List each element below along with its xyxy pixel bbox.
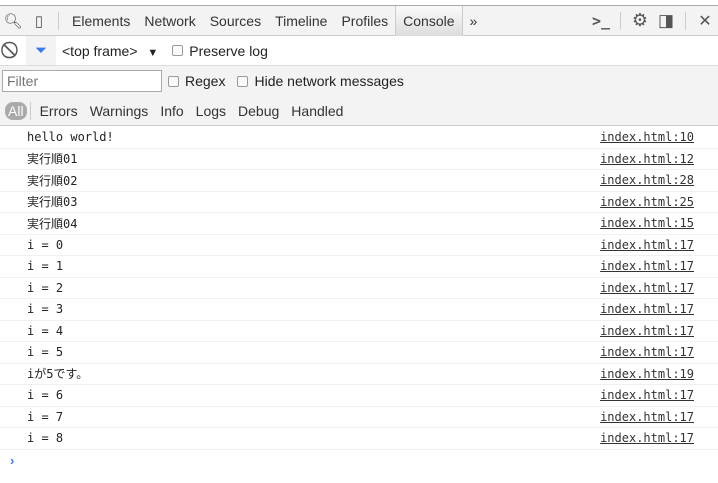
close-icon[interactable]: ✕	[692, 6, 718, 36]
message-text: i = 1	[27, 259, 64, 274]
source-link[interactable]: index.html:17	[600, 324, 694, 338]
divider	[58, 11, 59, 30]
message-text: 実行順03	[27, 195, 78, 210]
console-message: i = 0 index.html:17	[0, 235, 718, 256]
message-text: 実行順02	[27, 173, 78, 188]
source-link[interactable]: index.html:17	[600, 259, 694, 273]
source-link[interactable]: index.html:25	[600, 195, 694, 209]
tab-profiles[interactable]: Profiles	[334, 6, 395, 36]
dock-side-icon[interactable]: ◨	[653, 6, 679, 36]
source-link[interactable]: index.html:17	[600, 388, 694, 402]
frame-select[interactable]: <top frame> ▼	[62, 43, 158, 59]
clear-console-icon[interactable]: ⃠	[0, 36, 26, 66]
console-message: iが5です。 index.html:19	[0, 364, 718, 385]
console-message: 実行順02 index.html:28	[0, 170, 718, 192]
source-link[interactable]: index.html:19	[600, 367, 694, 381]
message-text: i = 2	[27, 280, 64, 295]
more-tabs-button[interactable]: »	[463, 6, 485, 36]
preserve-log-label: Preserve log	[189, 42, 268, 59]
source-link[interactable]: index.html:17	[600, 281, 694, 295]
console-message: i = 4 index.html:17	[0, 321, 718, 342]
message-text: i = 6	[27, 388, 64, 403]
console-message: i = 7 index.html:17	[0, 407, 718, 428]
tab-sources[interactable]: Sources	[203, 6, 268, 36]
message-text: hello world!	[27, 130, 114, 145]
console-message: i = 5 index.html:17	[0, 342, 718, 364]
level-warnings[interactable]: Warnings	[84, 103, 155, 119]
console-message: i = 6 index.html:17	[0, 385, 718, 407]
source-link[interactable]: index.html:17	[600, 302, 694, 316]
level-logs[interactable]: Logs	[190, 103, 232, 119]
hide-network-label: Hide network messages	[254, 73, 404, 89]
regex-label: Regex	[185, 73, 226, 89]
filter-icon[interactable]: ⏷	[26, 36, 56, 65]
filter-input[interactable]	[2, 70, 162, 92]
console-message: 実行順01 index.html:12	[0, 149, 718, 170]
console-message: hello world! index.html:10	[0, 127, 718, 149]
source-link[interactable]: index.html:12	[600, 152, 694, 166]
console-toolbar: ⃠ ⏷ <top frame> ▼ Preserve log	[0, 36, 718, 66]
console-prompt[interactable]: ›	[0, 450, 718, 472]
level-handled[interactable]: Handled	[285, 103, 349, 119]
divider	[620, 11, 621, 30]
divider	[685, 11, 686, 30]
regex-checkbox[interactable]: Regex	[168, 73, 225, 89]
message-text: i = 8	[27, 431, 64, 446]
message-text: i = 4	[27, 323, 64, 338]
console-message: i = 2 index.html:17	[0, 278, 718, 299]
source-link[interactable]: index.html:10	[600, 130, 694, 144]
source-link[interactable]: index.html:17	[600, 431, 694, 445]
console-messages: hello world! index.html:10 実行順01 index.html…	[0, 127, 718, 472]
divider	[29, 102, 31, 120]
level-info[interactable]: Info	[154, 103, 189, 119]
source-link[interactable]: index.html:17	[600, 410, 694, 424]
message-text: iが5です。	[27, 367, 89, 382]
devtools-tab-bar: 🔍︎ ▯ Elements Network Sources Timeline P…	[0, 5, 718, 36]
message-text: i = 7	[27, 409, 64, 424]
device-mode-icon[interactable]: ▯	[26, 6, 52, 36]
source-link[interactable]: index.html:28	[600, 173, 694, 187]
message-text: i = 3	[27, 302, 64, 317]
tab-elements[interactable]: Elements	[65, 6, 137, 36]
filter-bar: Regex Hide network messages All Errors W…	[0, 66, 718, 126]
console-message: 実行順04 index.html:15	[0, 213, 718, 235]
preserve-log-checkbox[interactable]: Preserve log	[172, 43, 268, 59]
message-text: 実行順04	[27, 216, 78, 231]
tab-console[interactable]: Console	[395, 5, 463, 36]
console-message: i = 8 index.html:17	[0, 428, 718, 450]
drawer-console-icon[interactable]: >_	[588, 6, 614, 36]
source-link[interactable]: index.html:17	[600, 238, 694, 252]
tab-network[interactable]: Network	[137, 6, 202, 36]
level-errors[interactable]: Errors	[34, 103, 84, 119]
gear-icon[interactable]: ⚙	[627, 6, 653, 36]
source-link[interactable]: index.html:15	[600, 216, 694, 230]
search-icon[interactable]: 🔍︎	[0, 6, 26, 36]
frame-select-value: <top frame>	[62, 42, 138, 59]
message-text: i = 0	[27, 237, 64, 252]
level-all[interactable]: All	[5, 102, 27, 120]
message-text: 実行順01	[27, 152, 78, 167]
dropdown-arrow-icon: ▼	[147, 46, 159, 59]
source-link[interactable]: index.html:17	[600, 345, 694, 359]
console-message: i = 1 index.html:17	[0, 256, 718, 278]
message-text: i = 5	[27, 345, 64, 360]
tab-timeline[interactable]: Timeline	[268, 6, 334, 36]
hide-network-checkbox[interactable]: Hide network messages	[237, 73, 404, 89]
console-message: 実行順03 index.html:25	[0, 192, 718, 213]
level-debug[interactable]: Debug	[232, 103, 285, 119]
console-message: i = 3 index.html:17	[0, 299, 718, 321]
